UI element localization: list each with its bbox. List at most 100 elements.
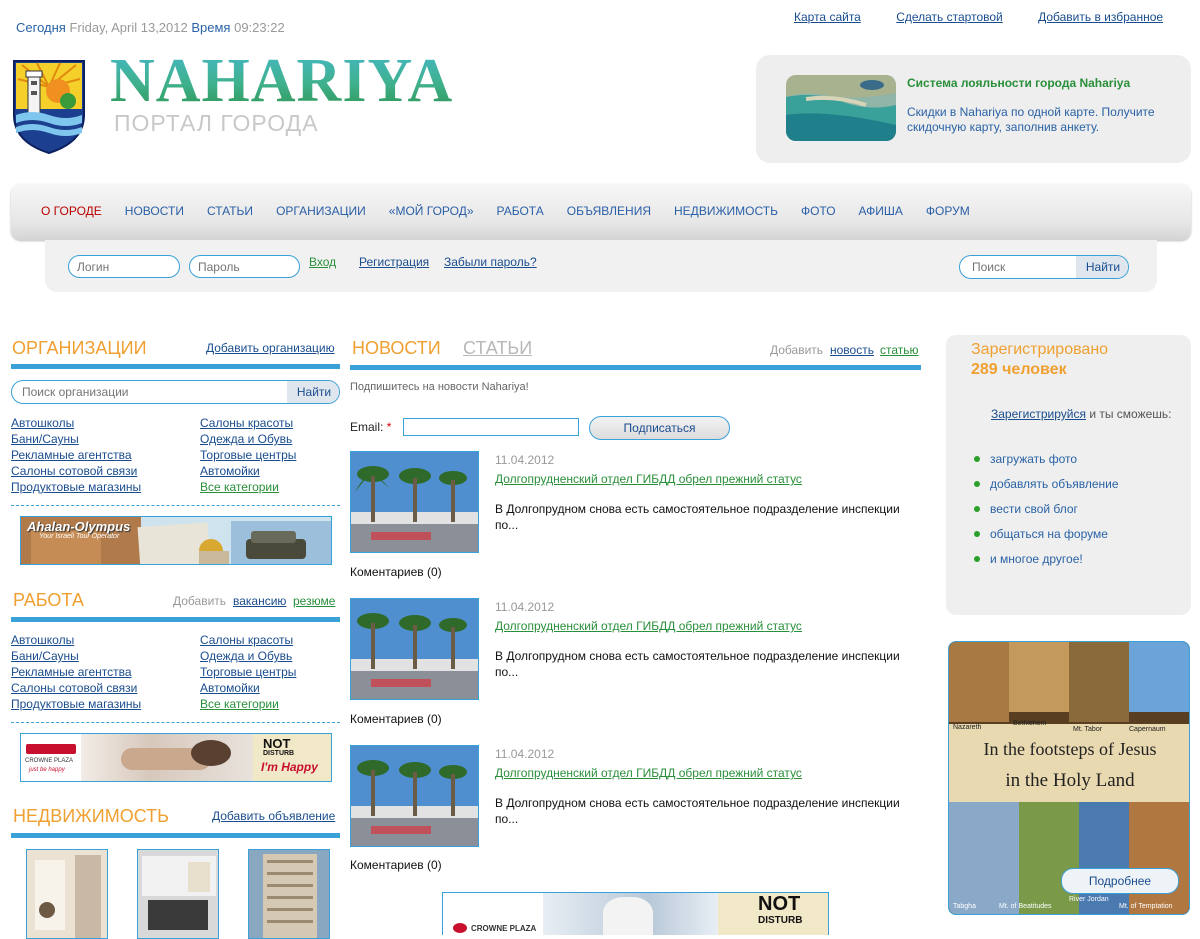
job-cat-link[interactable]: Бани/Сауны [11, 648, 141, 664]
site-search-input[interactable] [960, 256, 1076, 278]
jobs-dashed-divider [11, 722, 340, 723]
org-cat-link[interactable]: Салоны красоты [200, 415, 296, 431]
register-benefits-list: загружать фото добавлять объявление вест… [974, 452, 1119, 577]
news-add-label: Добавить [770, 343, 824, 357]
nav-events[interactable]: АФИША [859, 204, 903, 218]
register-now-link[interactable]: Зарегистрируйся [991, 407, 1086, 421]
site-search-button[interactable]: Найти [1076, 256, 1128, 278]
nav-news[interactable]: НОВОСТИ [125, 204, 184, 218]
nav-ads[interactable]: ОБЪЯВЛЕНИЯ [567, 204, 651, 218]
holy-land-headline-2: in the Holy Land [1005, 770, 1135, 791]
org-cat-link[interactable]: Автошколы [11, 415, 141, 431]
org-cat-link[interactable]: Автомойки [200, 463, 296, 479]
crowne-logo-icon [26, 744, 76, 754]
tab-news[interactable]: НОВОСТИ [352, 338, 441, 359]
add-realty-ad-link[interactable]: Добавить объявление [212, 809, 335, 823]
email-field[interactable] [403, 418, 579, 436]
date-time-bar: Сегодня Friday, April 13,2012 Время 09:2… [16, 20, 285, 35]
nav-realty[interactable]: НЕДВИЖИМОСТЬ [674, 204, 778, 218]
ahalan-olympus-banner[interactable]: Ahalan-Olympus Your Israeli Tour Operato… [20, 516, 332, 565]
sitemap-link[interactable]: Карта сайта [794, 10, 861, 24]
news-thumb[interactable] [350, 451, 479, 553]
add-vacancy-link[interactable]: вакансию [233, 594, 286, 608]
holy-land-banner[interactable]: Nazareth Bethlehem Mt. Tabor Capernaum I… [948, 641, 1190, 915]
nav-articles[interactable]: СТАТЬИ [207, 204, 253, 218]
org-cat-link[interactable]: Бани/Сауны [11, 431, 141, 447]
realty-heading: НЕДВИЖИМОСТЬ [13, 806, 169, 826]
nav-jobs[interactable]: РАБОТА [497, 204, 544, 218]
news-title-link[interactable]: Долгопрудненский отдел ГИБДД обрел прежн… [495, 766, 802, 780]
place-label: Mt. Tabor [1073, 726, 1103, 733]
nav-forum[interactable]: ФОРУМ [926, 204, 970, 218]
job-cat-link[interactable]: Рекламные агентства [11, 664, 141, 680]
org-search-button[interactable]: Найти [287, 381, 339, 403]
job-cat-link[interactable]: Автошколы [11, 632, 141, 648]
forgot-password-link[interactable]: Забыли пароль? [444, 255, 537, 269]
holy-land-more-button[interactable]: Подробнее [1061, 868, 1179, 894]
city-crest-logo[interactable] [12, 57, 86, 155]
make-homepage-link[interactable]: Сделать стартовой [896, 10, 1003, 24]
loyalty-promo-box: Система лояльности города Nahariya Скидк… [756, 55, 1191, 163]
crowne-plaza-bottom-banner[interactable]: CROWNE PLAZA NOT DISTURB [442, 892, 829, 935]
crowne-name: CROWNE PLAZA [471, 924, 537, 933]
nav-my-city[interactable]: «МОЙ ГОРОД» [389, 204, 474, 218]
news-thumb[interactable] [350, 598, 479, 700]
news-comments[interactable]: Коментариев (0) [350, 858, 442, 872]
org-cat-link[interactable]: Продуктовые магазины [11, 479, 141, 495]
login-input[interactable] [68, 255, 180, 278]
register-cta-tail: и ты сможешь: [1089, 407, 1172, 421]
news-title-link[interactable]: Долгопрудненский отдел ГИБДД обрел прежн… [495, 472, 802, 486]
crowne-name: CROWNE PLAZA [25, 758, 74, 764]
org-cat-link[interactable]: Торговые центры [200, 447, 296, 463]
password-input[interactable] [189, 255, 300, 278]
benefit-item: общаться на форуме [974, 527, 1119, 552]
login-link[interactable]: Вход [309, 255, 336, 269]
news-comments[interactable]: Коментариев (0) [350, 565, 442, 579]
nav-organizations[interactable]: ОРГАНИЗАЦИИ [276, 204, 366, 218]
news-excerpt: В Долгопрудном снова есть самостоятельно… [495, 502, 900, 532]
site-search: Найти [959, 255, 1129, 279]
job-cat-link[interactable]: Салоны красоты [200, 632, 296, 648]
realty-thumb[interactable] [248, 849, 330, 939]
add-article-link[interactable]: статью [880, 343, 919, 357]
news-thumb[interactable] [350, 745, 479, 847]
realty-thumb[interactable] [26, 849, 108, 939]
news-title-link[interactable]: Долгопрудненский отдел ГИБДД обрел прежн… [495, 619, 802, 633]
org-all-categories-link[interactable]: Все категории [200, 479, 296, 495]
nav-about-city[interactable]: О ГОРОДЕ [41, 204, 102, 218]
job-cat-link[interactable]: Торговые центры [200, 664, 296, 680]
add-resume-link[interactable]: резюме [293, 594, 335, 608]
add-organization-link[interactable]: Добавить организацию [206, 341, 335, 355]
site-logo-title[interactable]: NAHARIYA [110, 46, 453, 117]
crowne-plaza-banner[interactable]: CROWNE PLAZA just be happy NOT DISTURB I… [20, 733, 332, 782]
job-cat-link[interactable]: Продуктовые магазины [11, 696, 141, 712]
jobs-divider [11, 617, 340, 622]
job-cat-link[interactable]: Автомойки [200, 680, 296, 696]
required-mark: * [386, 420, 392, 434]
job-cat-link[interactable]: Салоны сотовой связи [11, 680, 141, 696]
registration-box: Зарегистрировано 289 человек Зарегистрир… [946, 335, 1191, 615]
job-cat-link[interactable]: Одежда и Обувь [200, 648, 296, 664]
tab-articles[interactable]: СТАТЬИ [463, 338, 532, 359]
realty-thumb[interactable] [137, 849, 219, 939]
add-news-link[interactable]: новость [830, 343, 874, 357]
org-cat-link[interactable]: Рекламные агентства [11, 447, 141, 463]
crowne-logo-icon [453, 923, 467, 933]
org-search-input[interactable] [12, 381, 287, 403]
nav-photo[interactable]: ФОТО [801, 204, 836, 218]
org-cat-link[interactable]: Одежда и Обувь [200, 431, 296, 447]
job-all-categories-link[interactable]: Все категории [200, 696, 296, 712]
subscribe-button[interactable]: Подписаться [589, 416, 730, 440]
registered-count: 289 человек [971, 361, 1067, 378]
email-label-text: Email: [350, 420, 384, 434]
ahalan-title: Ahalan-Olympus [27, 519, 131, 534]
add-favorites-link[interactable]: Добавить в избранное [1038, 10, 1163, 24]
news-comments[interactable]: Коментариев (0) [350, 712, 442, 726]
beach-photo[interactable] [786, 75, 896, 141]
orgs-categories-col2: Салоны красоты Одежда и Обувь Торговые ц… [200, 415, 296, 495]
news-divider [350, 365, 921, 370]
org-cat-link[interactable]: Салоны сотовой связи [11, 463, 141, 479]
promo-title[interactable]: Система лояльности города Nahariya [907, 76, 1130, 90]
register-link[interactable]: Регистрация [359, 255, 429, 269]
crowne-tagline: just be happy [29, 767, 65, 773]
